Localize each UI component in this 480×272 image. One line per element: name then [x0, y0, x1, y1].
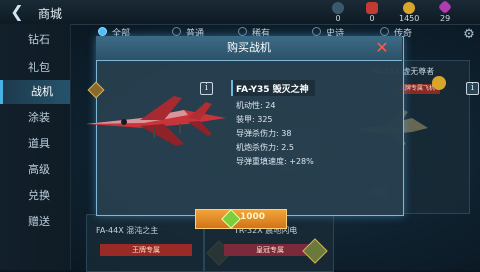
gold-coin-icon: [403, 2, 416, 14]
back-arrow-icon[interactable]: ❮: [6, 3, 28, 21]
sidebar-item-items[interactable]: 道具: [0, 132, 70, 156]
fuel-value: 0: [335, 14, 341, 23]
aircraft-fay35-image: [86, 96, 226, 146]
sidebar-item-paint[interactable]: 涂装: [0, 106, 70, 130]
gem-value: 29: [440, 14, 451, 23]
sidebar-item-premium[interactable]: 高级: [0, 158, 70, 182]
card-name-fa44x: FA-44X 混沌之主: [96, 226, 159, 235]
info-icon-secondary[interactable]: i: [466, 82, 479, 95]
sidebar: 钻石 礼包 战机 涂装 道具 高级 兑换 赠送: [0, 24, 71, 270]
fuel-resource[interactable]: 0: [332, 2, 344, 23]
radio-icon: [312, 27, 321, 36]
radio-icon: [98, 27, 107, 36]
stat-missile-reload: 导弹重填速度: +28%: [236, 157, 314, 166]
ace-emblem-icon: [432, 76, 446, 90]
ruby-resource[interactable]: 0: [366, 2, 378, 23]
gem-icon: [438, 0, 453, 15]
ruby-value: 0: [369, 14, 375, 23]
sidebar-item-gift-pack[interactable]: 礼包: [0, 56, 70, 80]
stat-missile-damage: 导弹杀伤力: 38: [236, 129, 292, 138]
sidebar-item-fighters[interactable]: 战机: [0, 80, 70, 104]
gold-value: 1450: [399, 14, 420, 23]
sidebar-item-diamond[interactable]: 钻石: [0, 28, 70, 52]
ace-exclusive-badge: 王牌专属: [100, 244, 192, 256]
stat-cannon-damage: 机炮杀伤力: 2.5: [236, 143, 294, 152]
gold-resource[interactable]: 1450: [399, 2, 420, 23]
sidebar-item-exchange[interactable]: 兑换: [0, 184, 70, 208]
aircraft-name: FA-Y35 毁灭之神: [236, 85, 309, 95]
radio-icon: [238, 27, 247, 36]
radio-icon: [172, 27, 181, 36]
fuel-icon: [332, 2, 344, 14]
gem-resource[interactable]: 29: [438, 0, 453, 23]
radio-icon: [380, 27, 389, 36]
buy-price: 1000: [240, 212, 266, 222]
stat-armor: 装甲: 325: [236, 115, 273, 124]
page-title: 商城: [38, 7, 63, 21]
stat-maneuverability: 机动性: 24: [236, 101, 276, 110]
aircraft-card-fa44x[interactable]: [86, 214, 204, 272]
close-icon[interactable]: ✕: [374, 40, 390, 56]
dialog-title: 购买战机: [227, 41, 271, 54]
gear-icon[interactable]: ⚙: [462, 28, 476, 42]
ruby-icon: [366, 2, 378, 14]
sidebar-item-gift[interactable]: 赠送: [0, 210, 70, 234]
